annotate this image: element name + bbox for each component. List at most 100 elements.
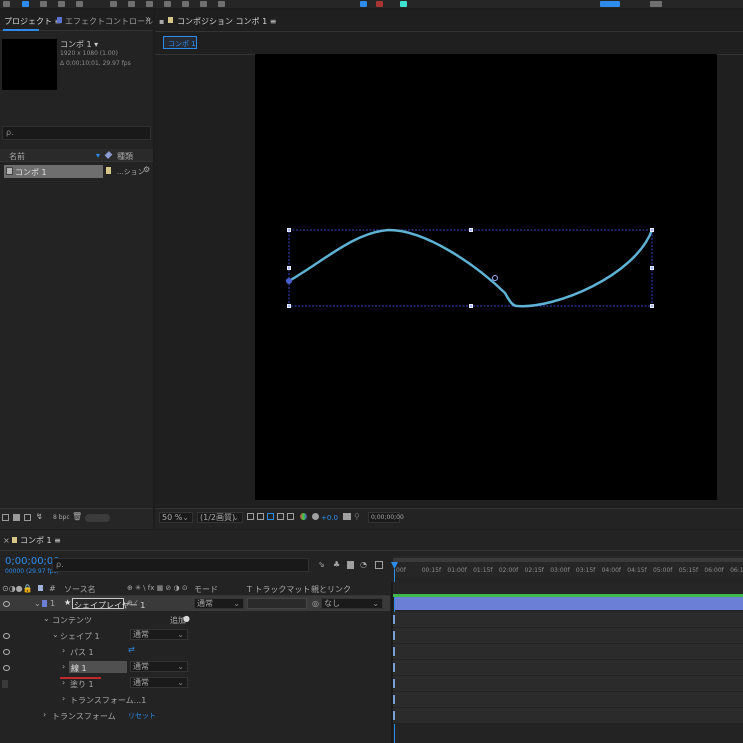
selection-tool-icon[interactable]	[22, 1, 29, 7]
fill-label[interactable]: 塗り 1	[70, 679, 94, 690]
stroke-expand-icon[interactable]: ›	[62, 662, 65, 671]
pan-tool-icon[interactable]	[128, 1, 135, 7]
shape-layer-graphic[interactable]	[255, 54, 717, 500]
draft-3d-icon[interactable]: ♣	[333, 560, 340, 569]
pickwhip-icon[interactable]: ◎	[312, 599, 319, 608]
transform-shape-label[interactable]: トランスフォーム...1	[70, 695, 146, 706]
layer-name-field[interactable]: シェイプレイヤー 1	[72, 598, 145, 610]
flowchart-icon[interactable]: ⚙	[143, 165, 150, 174]
exposure-value[interactable]: +0.0	[321, 514, 338, 522]
mask-tool-icon[interactable]	[146, 1, 153, 7]
keyframe-marker[interactable]	[393, 711, 395, 720]
more-tabs-button[interactable]: »	[145, 14, 151, 25]
sort-arrow-icon[interactable]: ▾	[96, 151, 100, 160]
source-name-header[interactable]: ソース名	[64, 584, 96, 595]
label-color-swatch[interactable]	[106, 167, 111, 174]
transform-expand-icon[interactable]: ›	[43, 710, 46, 719]
zoom-dropdown[interactable]: 50 % ⌄	[159, 512, 193, 523]
transparency-grid-icon[interactable]	[257, 513, 264, 520]
contents-expand-icon[interactable]: ⌄	[43, 614, 50, 623]
bpc-button[interactable]: 8 bpc	[53, 514, 70, 521]
grid-guides-icon[interactable]	[277, 513, 284, 520]
stroke-label[interactable]: 線 1	[71, 663, 87, 674]
comp-flowchart-icon[interactable]: ⇘	[318, 560, 325, 569]
bbox-handle-bc[interactable]	[469, 304, 473, 308]
bbox-handle-tr[interactable]	[650, 228, 654, 232]
comp-breadcrumb[interactable]: コンポ 1	[163, 36, 197, 49]
shape-group-expand-icon[interactable]: ⌄	[52, 630, 59, 639]
layer-mode-dropdown[interactable]: 通常 ⌄	[194, 598, 244, 609]
track-matte-field[interactable]	[247, 598, 307, 609]
bbox-handle-br[interactable]	[650, 304, 654, 308]
rotate-tool-icon[interactable]	[76, 1, 83, 7]
camera-tool-icon[interactable]	[110, 1, 117, 7]
path-direction-icon[interactable]: ⇄	[128, 645, 135, 654]
fill-expand-icon[interactable]: ›	[62, 678, 65, 687]
home-icon[interactable]	[3, 1, 10, 7]
timeline-search-input[interactable]: ρ.	[52, 558, 309, 572]
fill-swatch-icon[interactable]	[376, 1, 383, 7]
path-eye-icon[interactable]	[3, 649, 10, 655]
frame-blending-icon[interactable]	[347, 561, 354, 569]
col-name-header[interactable]: 名前	[9, 151, 25, 162]
view-layout-icon[interactable]	[287, 513, 294, 520]
interpret-footage-icon[interactable]	[2, 514, 9, 521]
brush-tool-icon[interactable]	[200, 1, 207, 7]
work-area-bar[interactable]	[393, 558, 743, 562]
trash-icon[interactable]: 🗑	[72, 512, 82, 521]
av-features-icon[interactable]: ⊙◑●🔒	[2, 584, 33, 593]
layer-switches[interactable]: ⊕ ⁄	[127, 599, 136, 607]
comp-canvas[interactable]	[255, 54, 717, 500]
add-button-icon[interactable]: ●	[183, 614, 190, 623]
zoom-tool-icon[interactable]	[58, 1, 65, 7]
bbox-handle-ml[interactable]	[287, 266, 291, 270]
shape-group-mode-dropdown[interactable]: 通常 ⌄	[130, 629, 188, 640]
fill-mode-dropdown[interactable]: 通常 ⌄	[130, 677, 188, 688]
stroke-mode-dropdown[interactable]: 通常 ⌄	[130, 661, 188, 672]
path-label[interactable]: パス 1	[70, 647, 94, 658]
tab-composition[interactable]: コンポジション コンポ 1 ≡	[177, 16, 276, 27]
tab-timeline[interactable]: コンポ 1 ≡	[20, 535, 61, 546]
region-of-interest-icon[interactable]	[247, 513, 254, 520]
stroke-swatch-icon[interactable]	[400, 1, 407, 7]
stroke-eye-icon[interactable]	[3, 665, 10, 671]
thumbnail-slider[interactable]	[85, 514, 110, 522]
fill-color-icon[interactable]	[360, 1, 367, 7]
keyframe-marker[interactable]	[393, 615, 395, 624]
workspace-menu-icon[interactable]	[650, 1, 662, 7]
keyframe-marker[interactable]	[393, 647, 395, 656]
mask-visibility-icon[interactable]	[267, 513, 274, 520]
keyframe-marker[interactable]	[393, 663, 395, 672]
text-tool-icon[interactable]	[182, 1, 189, 7]
transform-label[interactable]: トランスフォーム	[52, 711, 116, 722]
bbox-handle-bl[interactable]	[287, 304, 291, 308]
workspace-default-icon[interactable]	[600, 1, 620, 7]
keyframe-marker[interactable]	[393, 695, 395, 704]
new-folder-icon[interactable]	[13, 514, 20, 521]
snapshot-camera-icon[interactable]	[343, 513, 351, 520]
new-comp-icon[interactable]	[24, 514, 31, 521]
exposure-reset-icon[interactable]	[312, 513, 319, 520]
viewer-timecode[interactable]: 0;00;00;00	[368, 512, 404, 523]
path-expand-icon[interactable]: ›	[62, 646, 65, 655]
puppet-tool-icon[interactable]	[218, 1, 225, 7]
bbox-handle-tl[interactable]	[287, 228, 291, 232]
tab-project[interactable]: プロジェクト ≡	[4, 16, 61, 27]
eye-icon[interactable]	[3, 601, 10, 607]
motion-blur-icon[interactable]: ◔	[360, 560, 367, 569]
channel-icon[interactable]	[300, 513, 307, 520]
adjust-icon[interactable]: ↯	[36, 512, 43, 521]
layer-duration-bar[interactable]	[395, 597, 743, 610]
resolution-dropdown[interactable]: (1/2画質) ⌄	[197, 512, 243, 523]
project-search-input[interactable]: ρ.	[2, 126, 151, 140]
keyframe-marker[interactable]	[393, 679, 395, 688]
expand-chevron-icon[interactable]: ⌄	[34, 599, 41, 608]
fill-eye-toggle-off[interactable]	[2, 680, 8, 688]
pen-tool-icon[interactable]	[164, 1, 171, 7]
panel-menu-icon[interactable]: ▪	[159, 17, 164, 26]
layer-label-color[interactable]	[42, 600, 47, 607]
bbox-handle-mr[interactable]	[650, 266, 654, 270]
transform-shape-expand-icon[interactable]: ›	[62, 694, 65, 703]
reset-link[interactable]: リセット	[128, 711, 156, 721]
shape-group-label[interactable]: シェイプ 1	[60, 631, 100, 642]
